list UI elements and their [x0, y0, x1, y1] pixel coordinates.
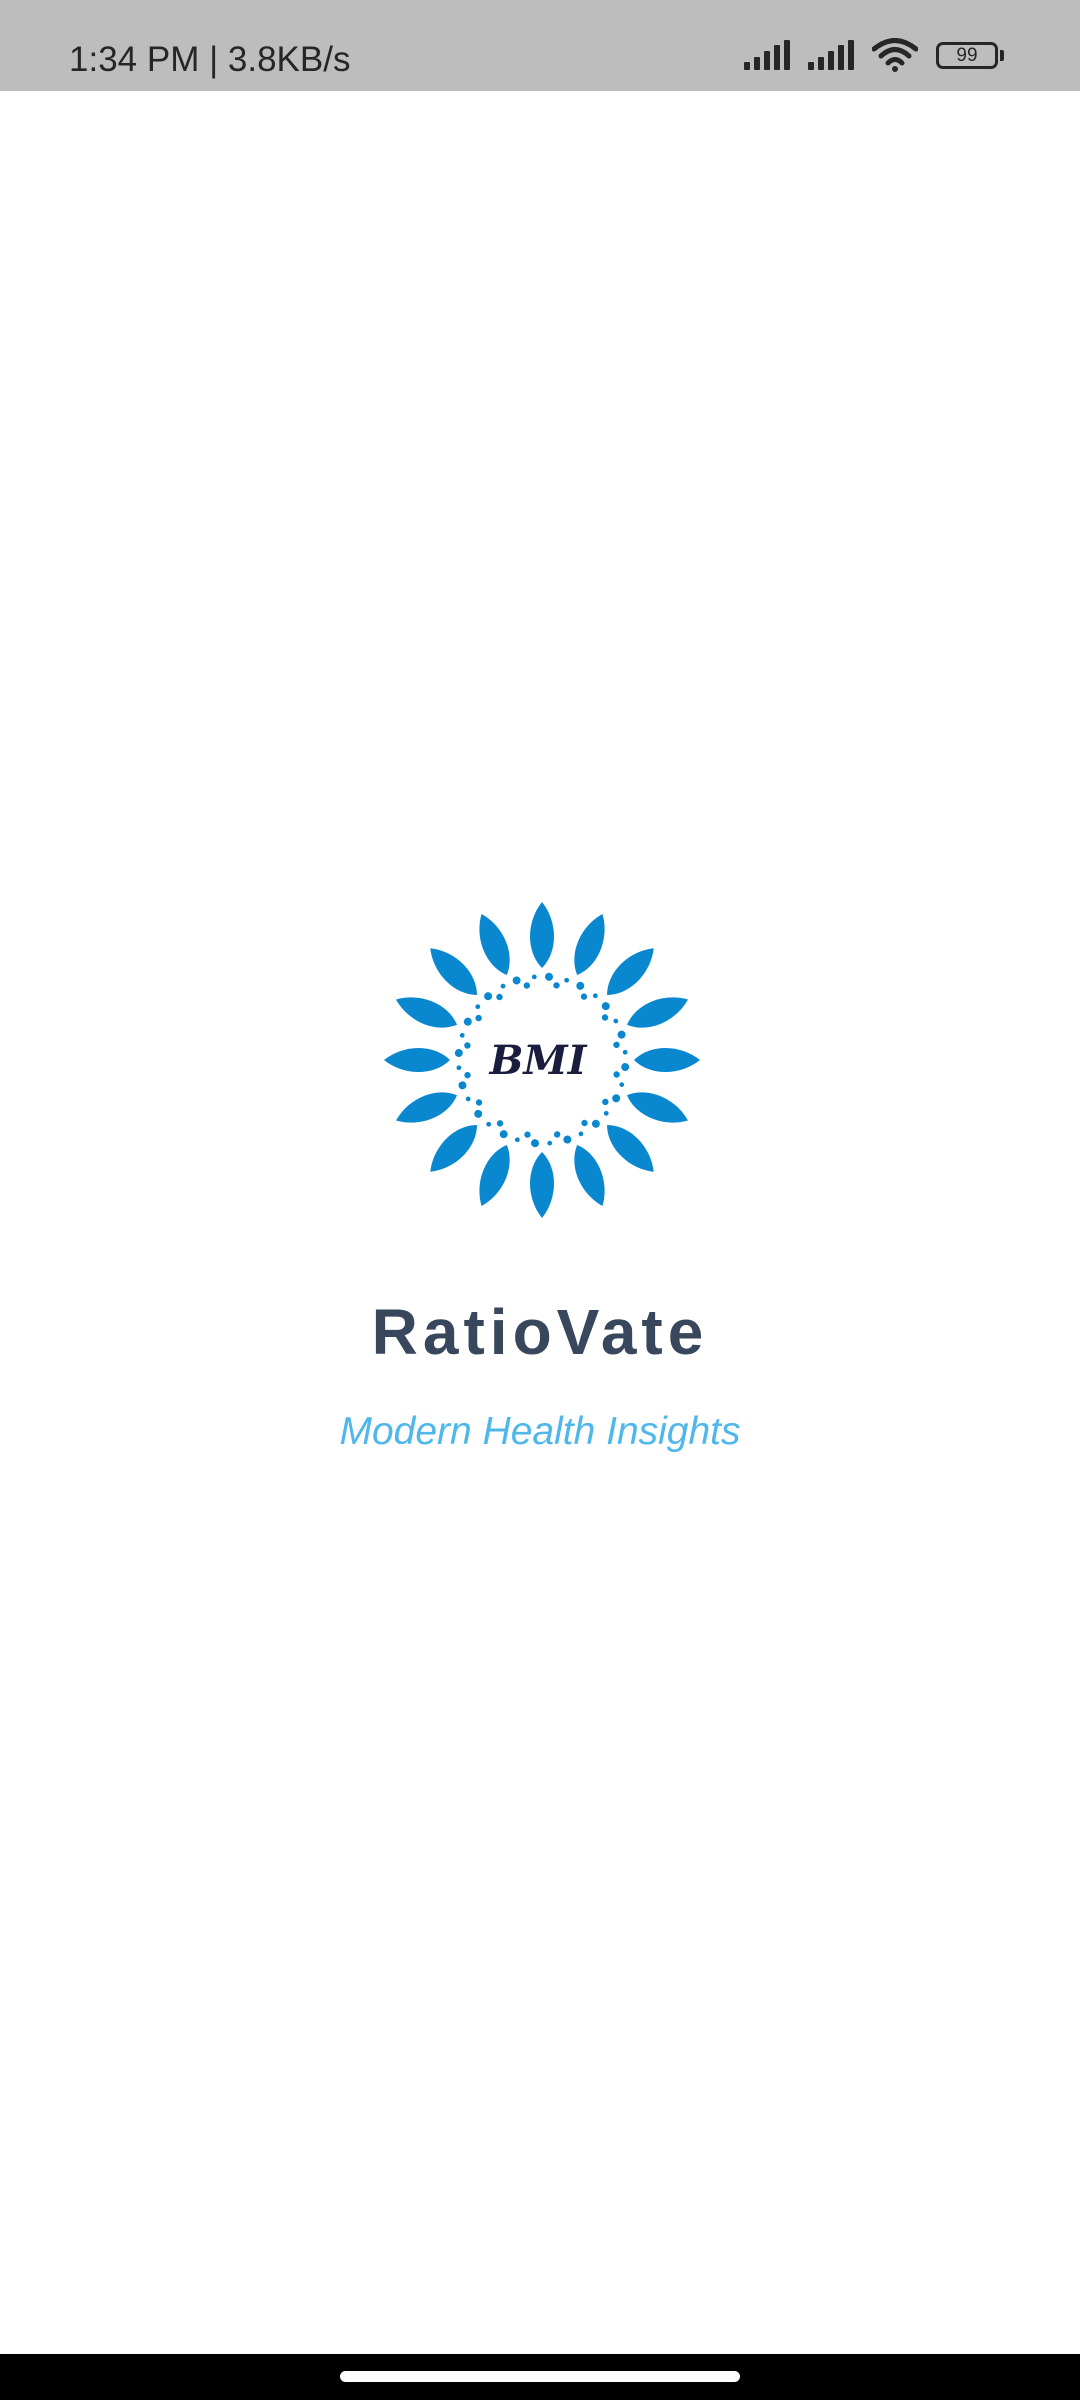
logo-dot	[475, 1004, 481, 1010]
logo-dot	[564, 977, 570, 983]
logo-petal	[607, 948, 654, 995]
battery-level: 99	[936, 41, 998, 69]
app-title: RatioVate	[371, 1296, 709, 1368]
logo-petal	[574, 1144, 605, 1206]
logo-dot	[581, 1119, 588, 1127]
logo-dot	[530, 1139, 539, 1148]
logo-petal	[626, 997, 688, 1028]
logo-dot	[465, 1096, 471, 1102]
logo-dot	[474, 1109, 483, 1118]
logo-dot	[496, 993, 503, 1001]
logo-petal	[479, 1144, 510, 1206]
logo-dot	[475, 1099, 483, 1106]
logo-dot	[475, 1014, 482, 1022]
logo-petal	[430, 1125, 477, 1172]
logo-petal	[396, 997, 458, 1028]
logo-petal	[530, 1152, 554, 1218]
logo-dot	[613, 1071, 620, 1078]
logo-dot	[613, 1041, 620, 1049]
logo-dot	[531, 974, 537, 980]
logo-dot	[603, 1110, 609, 1116]
logo-petal	[396, 1092, 458, 1123]
logo-dot	[578, 1131, 584, 1137]
logo-text: BMI	[489, 1037, 588, 1084]
logo-dot	[617, 1030, 626, 1039]
logo-dot	[496, 1120, 504, 1127]
logo-petal	[574, 914, 605, 976]
logo-dot	[602, 1098, 609, 1106]
logo-dot	[456, 1065, 462, 1071]
status-bar: 1:34 PM | 3.8KB/s 99	[0, 0, 1080, 91]
status-icons: 99	[728, 36, 1004, 74]
logo-petal	[626, 1092, 688, 1123]
logo-dot	[545, 972, 554, 981]
logo-dot	[514, 1137, 520, 1143]
logo-dot	[601, 1014, 609, 1021]
logo-dot	[464, 1071, 471, 1079]
logo-dot	[499, 1130, 508, 1139]
signal-icon	[808, 40, 854, 70]
logo-petal	[634, 1048, 700, 1072]
logo-dot	[454, 1048, 463, 1057]
logo-dot	[612, 1094, 621, 1103]
logo-petal	[384, 1048, 450, 1072]
navigation-bar	[0, 2354, 1080, 2400]
app-tagline: Modern Health Insights	[339, 1410, 741, 1453]
logo-dot	[576, 981, 585, 990]
logo-dot	[621, 1063, 630, 1072]
logo-petal	[430, 948, 477, 995]
logo-dot	[463, 1017, 472, 1026]
logo-dot	[547, 1140, 553, 1146]
logo-dot	[563, 1135, 572, 1144]
wifi-icon	[872, 38, 918, 72]
logo-petal	[530, 902, 554, 968]
logo-dot	[459, 1032, 465, 1038]
logo-petal	[607, 1125, 654, 1172]
logo-dot	[580, 993, 588, 1000]
home-indicator[interactable]	[340, 2371, 740, 2382]
logo-dot	[524, 1131, 531, 1138]
signal-icon	[744, 40, 790, 70]
logo-dot	[601, 1002, 610, 1011]
bmi-logo: BMI	[384, 902, 700, 1218]
logo-dot	[512, 976, 521, 985]
logo-dot	[592, 993, 598, 999]
logo-petal	[479, 914, 510, 976]
logo-dot	[613, 1018, 619, 1024]
logo-dot	[500, 983, 506, 989]
logo-dot	[486, 1121, 492, 1127]
logo-dot	[458, 1081, 467, 1090]
battery-icon: 99	[936, 41, 1004, 69]
logo-dot	[622, 1049, 628, 1055]
logo-dot	[591, 1119, 600, 1128]
logo-dot	[464, 1042, 471, 1049]
logo-dot	[553, 982, 560, 989]
status-time-speed: 1:34 PM | 3.8KB/s	[69, 40, 351, 79]
logo-dot	[553, 1131, 561, 1138]
logo-dot	[619, 1082, 625, 1088]
logo-dot	[523, 982, 531, 989]
logo-dot	[484, 992, 493, 1001]
